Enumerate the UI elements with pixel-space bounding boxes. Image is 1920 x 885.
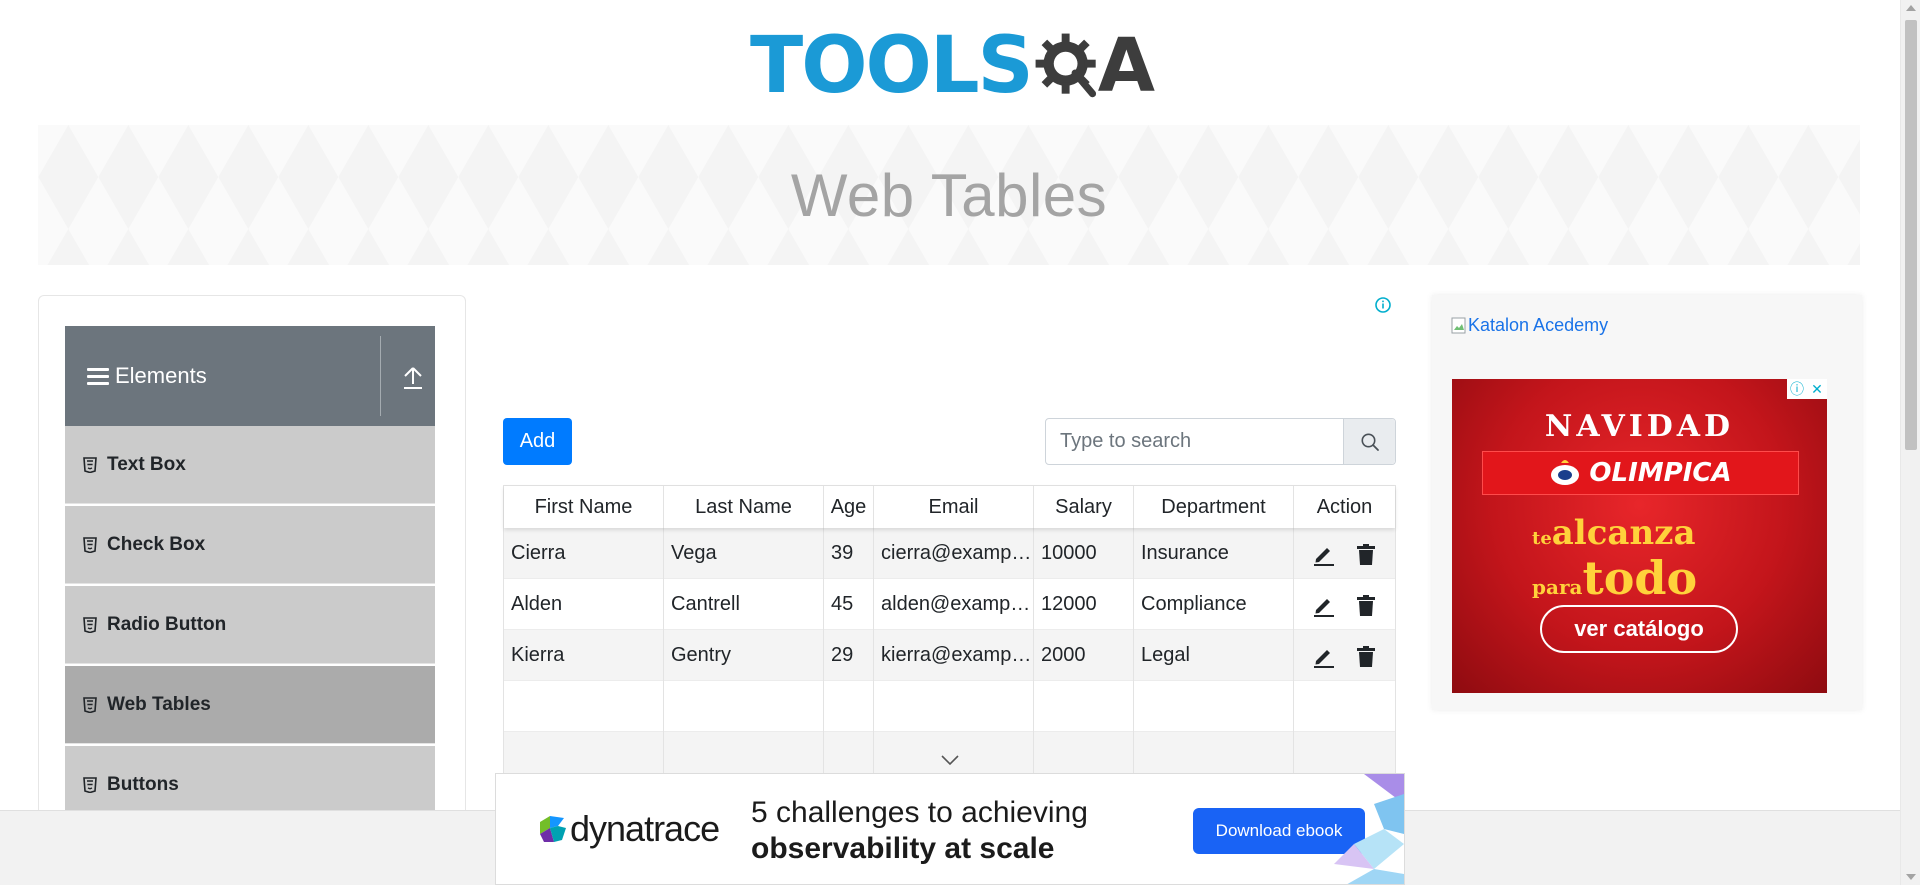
cell-salary: 10000 (1034, 528, 1134, 579)
column-header-action[interactable]: Action (1294, 486, 1395, 528)
sidebar-item-label: Radio Button (107, 613, 227, 635)
search-box (1045, 418, 1396, 465)
cell-last-name: Cantrell (664, 579, 824, 630)
page-banner: Web Tables (38, 125, 1860, 265)
cell-age: 29 (824, 630, 874, 681)
trash-icon[interactable] (1354, 542, 1378, 566)
divider (380, 336, 381, 416)
broken-image-icon (1451, 317, 1466, 333)
ad-headline: NAVIDAD (1544, 409, 1735, 444)
column-header-salary[interactable]: Salary (1034, 486, 1134, 528)
cell-email: alden@example.com (874, 579, 1034, 630)
sidebar-group-elements[interactable]: Elements (65, 326, 435, 426)
cell-last-name: Gentry (664, 630, 824, 681)
info-icon[interactable]: ⓘ (1787, 379, 1807, 399)
cell-age: 39 (824, 528, 874, 579)
table-header: First Name Last Name Age Email Salary De… (504, 486, 1395, 528)
cell-first-name: Cierra (504, 528, 664, 579)
olimpica-logo-icon (1551, 460, 1580, 485)
gear-icon (1035, 33, 1096, 98)
cell-actions (1294, 528, 1395, 579)
scrollbar-thumb[interactable] (1905, 20, 1917, 450)
trash-icon[interactable] (1354, 593, 1378, 617)
right-ad-panel: Katalon Acedemy ⓘ ✕ NAVIDAD OLIMPICA tea… (1432, 295, 1862, 710)
ad-controls: ⓘ ✕ (1787, 379, 1827, 399)
html5-icon (83, 456, 97, 473)
cell-department: Compliance (1134, 579, 1294, 630)
cell-email: kierra@example.com (874, 630, 1034, 681)
dynatrace-headline: 5 challenges to achieving observability … (751, 796, 1088, 865)
info-icon[interactable] (1374, 296, 1392, 314)
add-record-button[interactable]: Add (503, 418, 572, 465)
column-header-email[interactable]: Email (874, 486, 1034, 528)
ad-brand: OLIMPICA (1589, 458, 1732, 488)
chevron-down-icon[interactable] (940, 754, 960, 766)
table-row: Cierra Vega 39 cierra@example.com 10000 … (504, 528, 1395, 579)
site-logo[interactable]: TOOLS A (750, 18, 1155, 114)
sidebar-item-label: Buttons (107, 773, 179, 795)
trash-icon[interactable] (1354, 644, 1378, 668)
ad-catalog-button[interactable]: ver catálogo (1540, 605, 1738, 653)
ad-brand-bar: OLIMPICA (1482, 451, 1799, 495)
cell-first-name: Kierra (504, 630, 664, 681)
scroll-up-icon[interactable] (1906, 5, 1916, 11)
table-row-empty (504, 681, 1395, 732)
column-header-last-name[interactable]: Last Name (664, 486, 824, 528)
sidebar-group-title: Elements (115, 363, 207, 388)
search-icon (1361, 433, 1379, 451)
page-title: Web Tables (790, 161, 1108, 229)
html5-icon (83, 536, 97, 553)
cell-actions (1294, 630, 1395, 681)
decorative-pattern (1334, 774, 1404, 884)
sidebar-item-check-box[interactable]: Check Box (65, 506, 435, 584)
table-row: Alden Cantrell 45 alden@example.com 1200… (504, 579, 1395, 630)
logo-text: TOOLS (750, 21, 1034, 111)
html5-icon (83, 616, 97, 633)
scroll-down-icon[interactable] (1906, 874, 1916, 880)
sidebar-item-radio-button[interactable]: Radio Button (65, 586, 435, 664)
html5-icon (83, 696, 97, 713)
search-input[interactable] (1046, 419, 1343, 464)
cell-department: Insurance (1134, 528, 1294, 579)
close-icon[interactable]: ✕ (1807, 379, 1827, 399)
sidebar-item-label: Text Box (107, 453, 186, 475)
cell-actions (1294, 579, 1395, 630)
sidebar: Elements Text Box Check Box Radio Button… (38, 295, 466, 885)
cell-department: Legal (1134, 630, 1294, 681)
olimpica-ad[interactable]: ⓘ ✕ NAVIDAD OLIMPICA tealcanza paratodo … (1452, 379, 1827, 693)
search-button[interactable] (1343, 419, 1395, 464)
sidebar-item-label: Web Tables (107, 693, 211, 715)
dynatrace-ad[interactable]: dynatrace 5 challenges to achieving obse… (495, 773, 1405, 885)
dynatrace-logo: dynatrace (536, 808, 720, 850)
cell-last-name: Vega (664, 528, 824, 579)
broken-image-alt: Katalon Acedemy (1468, 315, 1609, 335)
cell-email: cierra@example.com (874, 528, 1034, 579)
html5-icon (83, 776, 97, 793)
cell-age: 45 (824, 579, 874, 630)
sidebar-item-text-box[interactable]: Text Box (65, 426, 435, 504)
ad-slogan-line1: tealcanza (1532, 513, 1696, 553)
hamburger-icon (87, 364, 109, 389)
page-scrollbar[interactable] (1900, 0, 1920, 885)
pencil-icon[interactable] (1312, 593, 1336, 617)
broken-image-link[interactable]: Katalon Acedemy (1451, 315, 1608, 336)
sidebar-item-web-tables[interactable]: Web Tables (65, 666, 435, 744)
pencil-icon[interactable] (1312, 542, 1336, 566)
cell-first-name: Alden (504, 579, 664, 630)
column-header-department[interactable]: Department (1134, 486, 1294, 528)
logo-letter: A (1097, 23, 1155, 109)
sidebar-item-label: Check Box (107, 533, 206, 555)
ad-slogan-line2: paratodo (1532, 551, 1698, 605)
column-header-first-name[interactable]: First Name (504, 486, 664, 528)
cell-salary: 12000 (1034, 579, 1134, 630)
dynatrace-logo-icon (540, 816, 566, 842)
column-header-age[interactable]: Age (824, 486, 874, 528)
pencil-icon[interactable] (1312, 644, 1336, 668)
table-row: Kierra Gentry 29 kierra@example.com 2000… (504, 630, 1395, 681)
page: TOOLS A Web Tables Elements Text Box Che… (0, 0, 1900, 885)
dynatrace-brand: dynatrace (570, 808, 720, 849)
upload-icon[interactable] (402, 364, 424, 390)
cell-salary: 2000 (1034, 630, 1134, 681)
